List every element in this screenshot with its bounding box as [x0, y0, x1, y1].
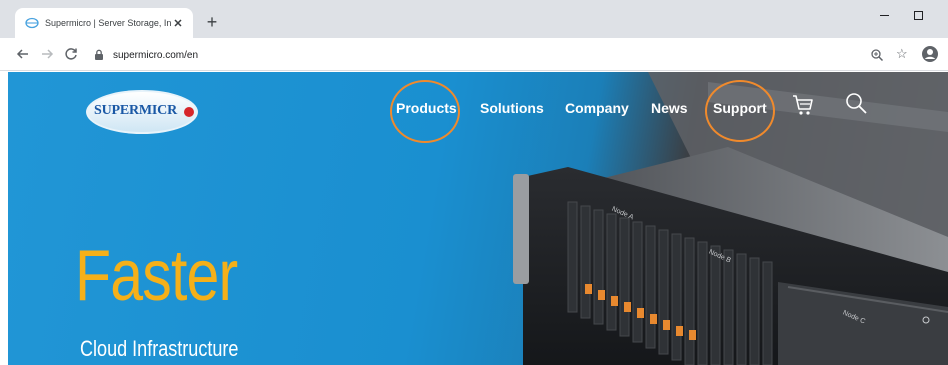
logo-red-dot: [184, 107, 194, 117]
star-icon[interactable]: ☆: [896, 46, 908, 62]
browser-tab-bar: Supermicro | Server Storage, Inno ✕ +: [0, 0, 948, 38]
window-maximize-button[interactable]: [911, 8, 925, 22]
hero-headline: Faster: [75, 236, 238, 316]
arrow-right-icon: [42, 49, 54, 59]
reload-button[interactable]: [62, 45, 80, 63]
globe-favicon-icon: [25, 17, 39, 29]
window-minimize-button[interactable]: [877, 8, 893, 22]
url-text: supermicro.com/en: [113, 49, 199, 61]
hero-subline: Cloud Infrastructure: [80, 336, 239, 361]
forward-button[interactable]: [38, 45, 56, 63]
supermicro-logo[interactable]: SUPERMICR: [86, 90, 200, 134]
address-bar[interactable]: supermicro.com/en ☆: [87, 42, 940, 68]
search-icon[interactable]: [845, 92, 867, 114]
cart-icon[interactable]: [792, 94, 814, 116]
reload-icon: [65, 48, 77, 60]
highlight-circle-products: [390, 80, 460, 143]
lock-icon: [95, 49, 103, 60]
logo-text: SUPERMICR: [94, 103, 177, 118]
nav-company[interactable]: Company: [565, 100, 629, 124]
page-viewport: Node A Node B Node C SUPERMICR Products …: [8, 72, 948, 365]
zoom-icon[interactable]: [870, 48, 884, 62]
browser-toolbar: supermicro.com/en ☆: [0, 38, 948, 71]
highlight-circle-support: [705, 80, 775, 142]
tab-close-icon[interactable]: ✕: [171, 16, 185, 30]
new-tab-button[interactable]: +: [203, 13, 221, 32]
tab-title: Supermicro | Server Storage, Inno: [45, 18, 171, 28]
arrow-left-icon: [16, 49, 28, 59]
profile-icon[interactable]: [921, 45, 939, 63]
back-button[interactable]: [14, 45, 32, 63]
nav-news[interactable]: News: [651, 100, 688, 124]
browser-tab[interactable]: Supermicro | Server Storage, Inno ✕: [15, 8, 193, 38]
nav-solutions[interactable]: Solutions: [480, 100, 544, 124]
